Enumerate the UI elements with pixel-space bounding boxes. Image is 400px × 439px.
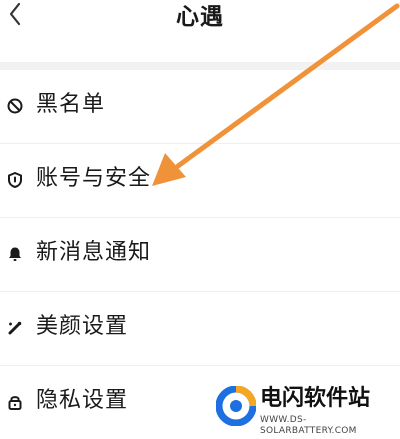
settings-item-blacklist[interactable]: 黑名单	[0, 70, 400, 144]
watermark-name: 电闪软件站	[260, 386, 371, 411]
watermark-url: WWW.DS-SOLARBATTERY.COM	[260, 415, 357, 436]
beauty-wand-icon	[6, 319, 24, 337]
lock-icon	[6, 393, 24, 411]
settings-item-label: 新消息通知	[36, 240, 152, 265]
page-title: 心遇	[176, 4, 224, 30]
watermark: 电闪软件站 WWW.DS-SOLARBATTERY.COM	[200, 380, 400, 436]
bell-icon	[6, 245, 24, 263]
settings-item-beauty[interactable]: 美颜设置	[0, 292, 400, 366]
settings-item-label: 账号与安全	[36, 166, 152, 191]
shield-icon	[6, 171, 24, 189]
top-nav-bar: 心遇	[0, 0, 400, 62]
settings-item-notifications[interactable]: 新消息通知	[0, 218, 400, 292]
settings-item-label: 黑名单	[36, 92, 106, 117]
block-icon	[6, 97, 24, 115]
watermark-logo	[216, 386, 256, 426]
settings-item-account-security[interactable]: 账号与安全	[0, 144, 400, 218]
settings-item-label: 美颜设置	[36, 314, 129, 339]
section-divider	[0, 62, 400, 70]
settings-item-label: 隐私设置	[36, 388, 129, 413]
